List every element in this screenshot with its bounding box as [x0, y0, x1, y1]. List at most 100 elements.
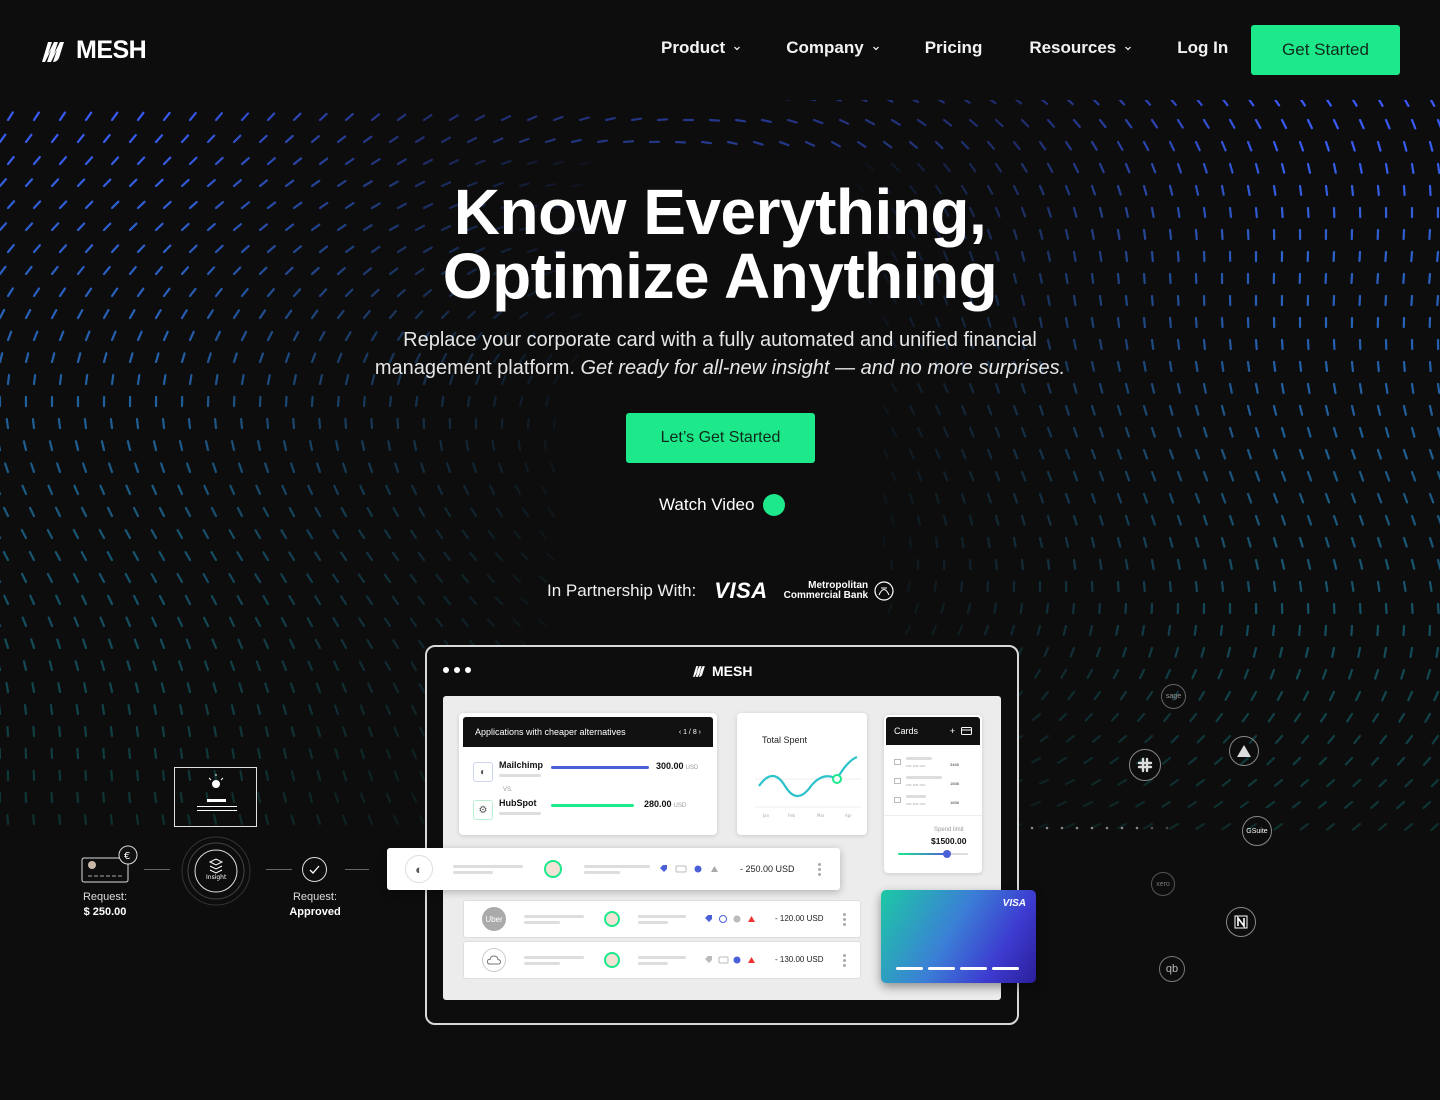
transaction-amount: - 250.00 USD — [740, 864, 795, 874]
card-last4: 1658 — [950, 781, 959, 786]
partnership-row: In Partnership With: VISA Metropolitan C… — [547, 578, 896, 604]
svg-text:Apr: Apr — [845, 813, 852, 818]
more-icon[interactable] — [818, 863, 821, 878]
chevron-down-icon — [872, 46, 879, 51]
xero-icon: xero — [1151, 872, 1175, 896]
bank-name-line-2: Commercial Bank — [783, 590, 869, 601]
insight-tooltip — [174, 767, 257, 827]
partnership-label: In Partnership With: — [547, 581, 697, 600]
cards-widget[interactable]: Cards + •••• •••• •••• 3465 •••• •••• ••… — [884, 715, 982, 873]
mailchimp-icon: ◐ — [473, 762, 493, 782]
transaction-amount: - 130.00 USD — [775, 955, 824, 964]
cheaper-alternatives-card[interactable]: Applications with cheaper alternatives ‹… — [459, 713, 717, 835]
apps-pager[interactable]: ‹ 1 / 8 › — [679, 729, 701, 736]
slack-icon — [1129, 749, 1161, 781]
brand-name: MESH — [76, 36, 147, 64]
card-last4: 1658 — [950, 800, 959, 805]
avatar — [604, 911, 620, 927]
transaction-tag-icons — [660, 865, 718, 873]
total-spent-card[interactable]: Total Spent Jan Feb Mar Apr — [737, 713, 867, 835]
svg-text:Mar: Mar — [817, 813, 825, 818]
flow-connector — [345, 869, 369, 870]
lets-get-started-button[interactable]: Let’s Get Started — [626, 413, 815, 463]
approved-value: Approved — [289, 906, 341, 918]
window-dots — [443, 667, 471, 673]
credit-card-icon[interactable] — [961, 727, 972, 735]
visa-logo: VISA — [714, 578, 768, 603]
apps-card-header: Applications with cheaper alternatives ‹… — [463, 717, 713, 747]
transaction-row[interactable]: Uber - 120.00 USD — [463, 900, 861, 938]
nav-resources-label: Resources — [1029, 38, 1117, 57]
hero-title: Know Everything, Optimize Anything — [0, 180, 1440, 308]
bank-emblem-icon — [874, 581, 894, 601]
nav-login-label: Log In — [1177, 38, 1229, 57]
request-amount: $ 250.00 — [83, 906, 127, 918]
card-brand: VISA — [1002, 898, 1026, 909]
nav-pricing[interactable]: Pricing — [925, 38, 983, 58]
nav-resources[interactable]: Resources — [1029, 38, 1132, 58]
atlassian-icon — [1229, 736, 1259, 766]
netsuite-icon — [1226, 907, 1256, 937]
svg-text:Jan: Jan — [762, 813, 770, 818]
approved-label-text: Request: — [292, 891, 338, 903]
nav-company[interactable]: Company — [786, 38, 879, 58]
app-row-mailchimp[interactable]: ◐ Mailchimp — [473, 760, 543, 782]
more-icon[interactable] — [843, 954, 846, 969]
dashboard-logo: MESH — [691, 663, 752, 679]
nav-company-label: Company — [786, 38, 864, 57]
svg-text:Feb: Feb — [788, 813, 796, 818]
metropolitan-commercial-bank-logo: Metropolitan Commercial Bank — [784, 580, 896, 602]
cloud-icon — [482, 948, 506, 972]
transaction-row[interactable]: ◐ - 250.00 USD — [387, 848, 840, 890]
transaction-tag-icons — [705, 956, 755, 964]
app-amount: 280.00 USD — [644, 799, 687, 809]
watch-video-link[interactable]: Watch Video — [659, 494, 786, 516]
flow-connector — [144, 869, 170, 870]
cards-header: Cards + — [886, 717, 980, 745]
quickbooks-icon: qb — [1159, 956, 1185, 982]
avatar — [544, 860, 562, 878]
vs-label: VS. — [503, 787, 513, 793]
gsuite-icon: GSuite — [1242, 816, 1272, 846]
apps-card-title: Applications with cheaper alternatives — [475, 727, 626, 737]
app-amount: 300.00 USD — [656, 761, 699, 771]
spend-line-chart: Jan Feb Mar Apr — [755, 755, 861, 818]
uber-icon: Uber — [482, 907, 506, 931]
mesh-logo-icon — [693, 666, 705, 677]
dotted-connector — [1030, 826, 1169, 830]
hero-subtitle-italic: Get ready for all-new insight — and no m… — [580, 357, 1066, 379]
app-name: HubSpot — [499, 798, 537, 808]
lightbulb-icon — [197, 774, 237, 811]
request-label-text: Request: — [82, 891, 128, 903]
hubspot-icon: ⚙ — [473, 800, 493, 820]
nav-login[interactable]: Log In — [1177, 38, 1228, 58]
spend-limit-label: Spend limit — [934, 827, 964, 833]
app-row-hubspot[interactable]: ⚙ HubSpot — [473, 798, 541, 820]
mesh-logo[interactable]: MESH — [40, 36, 147, 65]
slider-knob[interactable] — [943, 850, 951, 858]
app-cost-bar — [551, 804, 635, 807]
card-last4: 3465 — [950, 762, 959, 767]
spend-limit-value: $1500.00 — [931, 836, 967, 846]
nav-product-label: Product — [661, 38, 726, 57]
bank-name: Metropolitan Commercial Bank — [784, 581, 868, 601]
chevron-down-icon — [734, 46, 741, 51]
hero-subtitle: Replace your corporate card with a fully… — [360, 326, 1080, 382]
chevron-down-icon — [1125, 46, 1132, 51]
add-card-icon[interactable]: + — [950, 726, 955, 736]
avatar — [604, 952, 620, 968]
placeholder-line — [499, 812, 541, 815]
watch-video-label: Watch Video — [659, 495, 755, 514]
hero-title-line-1: Know Everything, — [453, 176, 987, 248]
hero-title-line-2: Optimize Anything — [442, 240, 998, 312]
virtual-credit-card[interactable]: VISA — [881, 890, 1036, 983]
check-circle-icon — [302, 857, 327, 882]
spend-limit-slider[interactable] — [898, 850, 968, 858]
placeholder-line — [499, 774, 541, 777]
nav-product[interactable]: Product — [661, 38, 741, 58]
get-started-button[interactable]: Get Started — [1251, 25, 1400, 75]
insight-node: Insight — [181, 836, 251, 906]
transaction-row[interactable]: - 130.00 USD — [463, 941, 861, 979]
approved-label: Request: Approved — [282, 890, 348, 920]
more-icon[interactable] — [843, 913, 846, 928]
